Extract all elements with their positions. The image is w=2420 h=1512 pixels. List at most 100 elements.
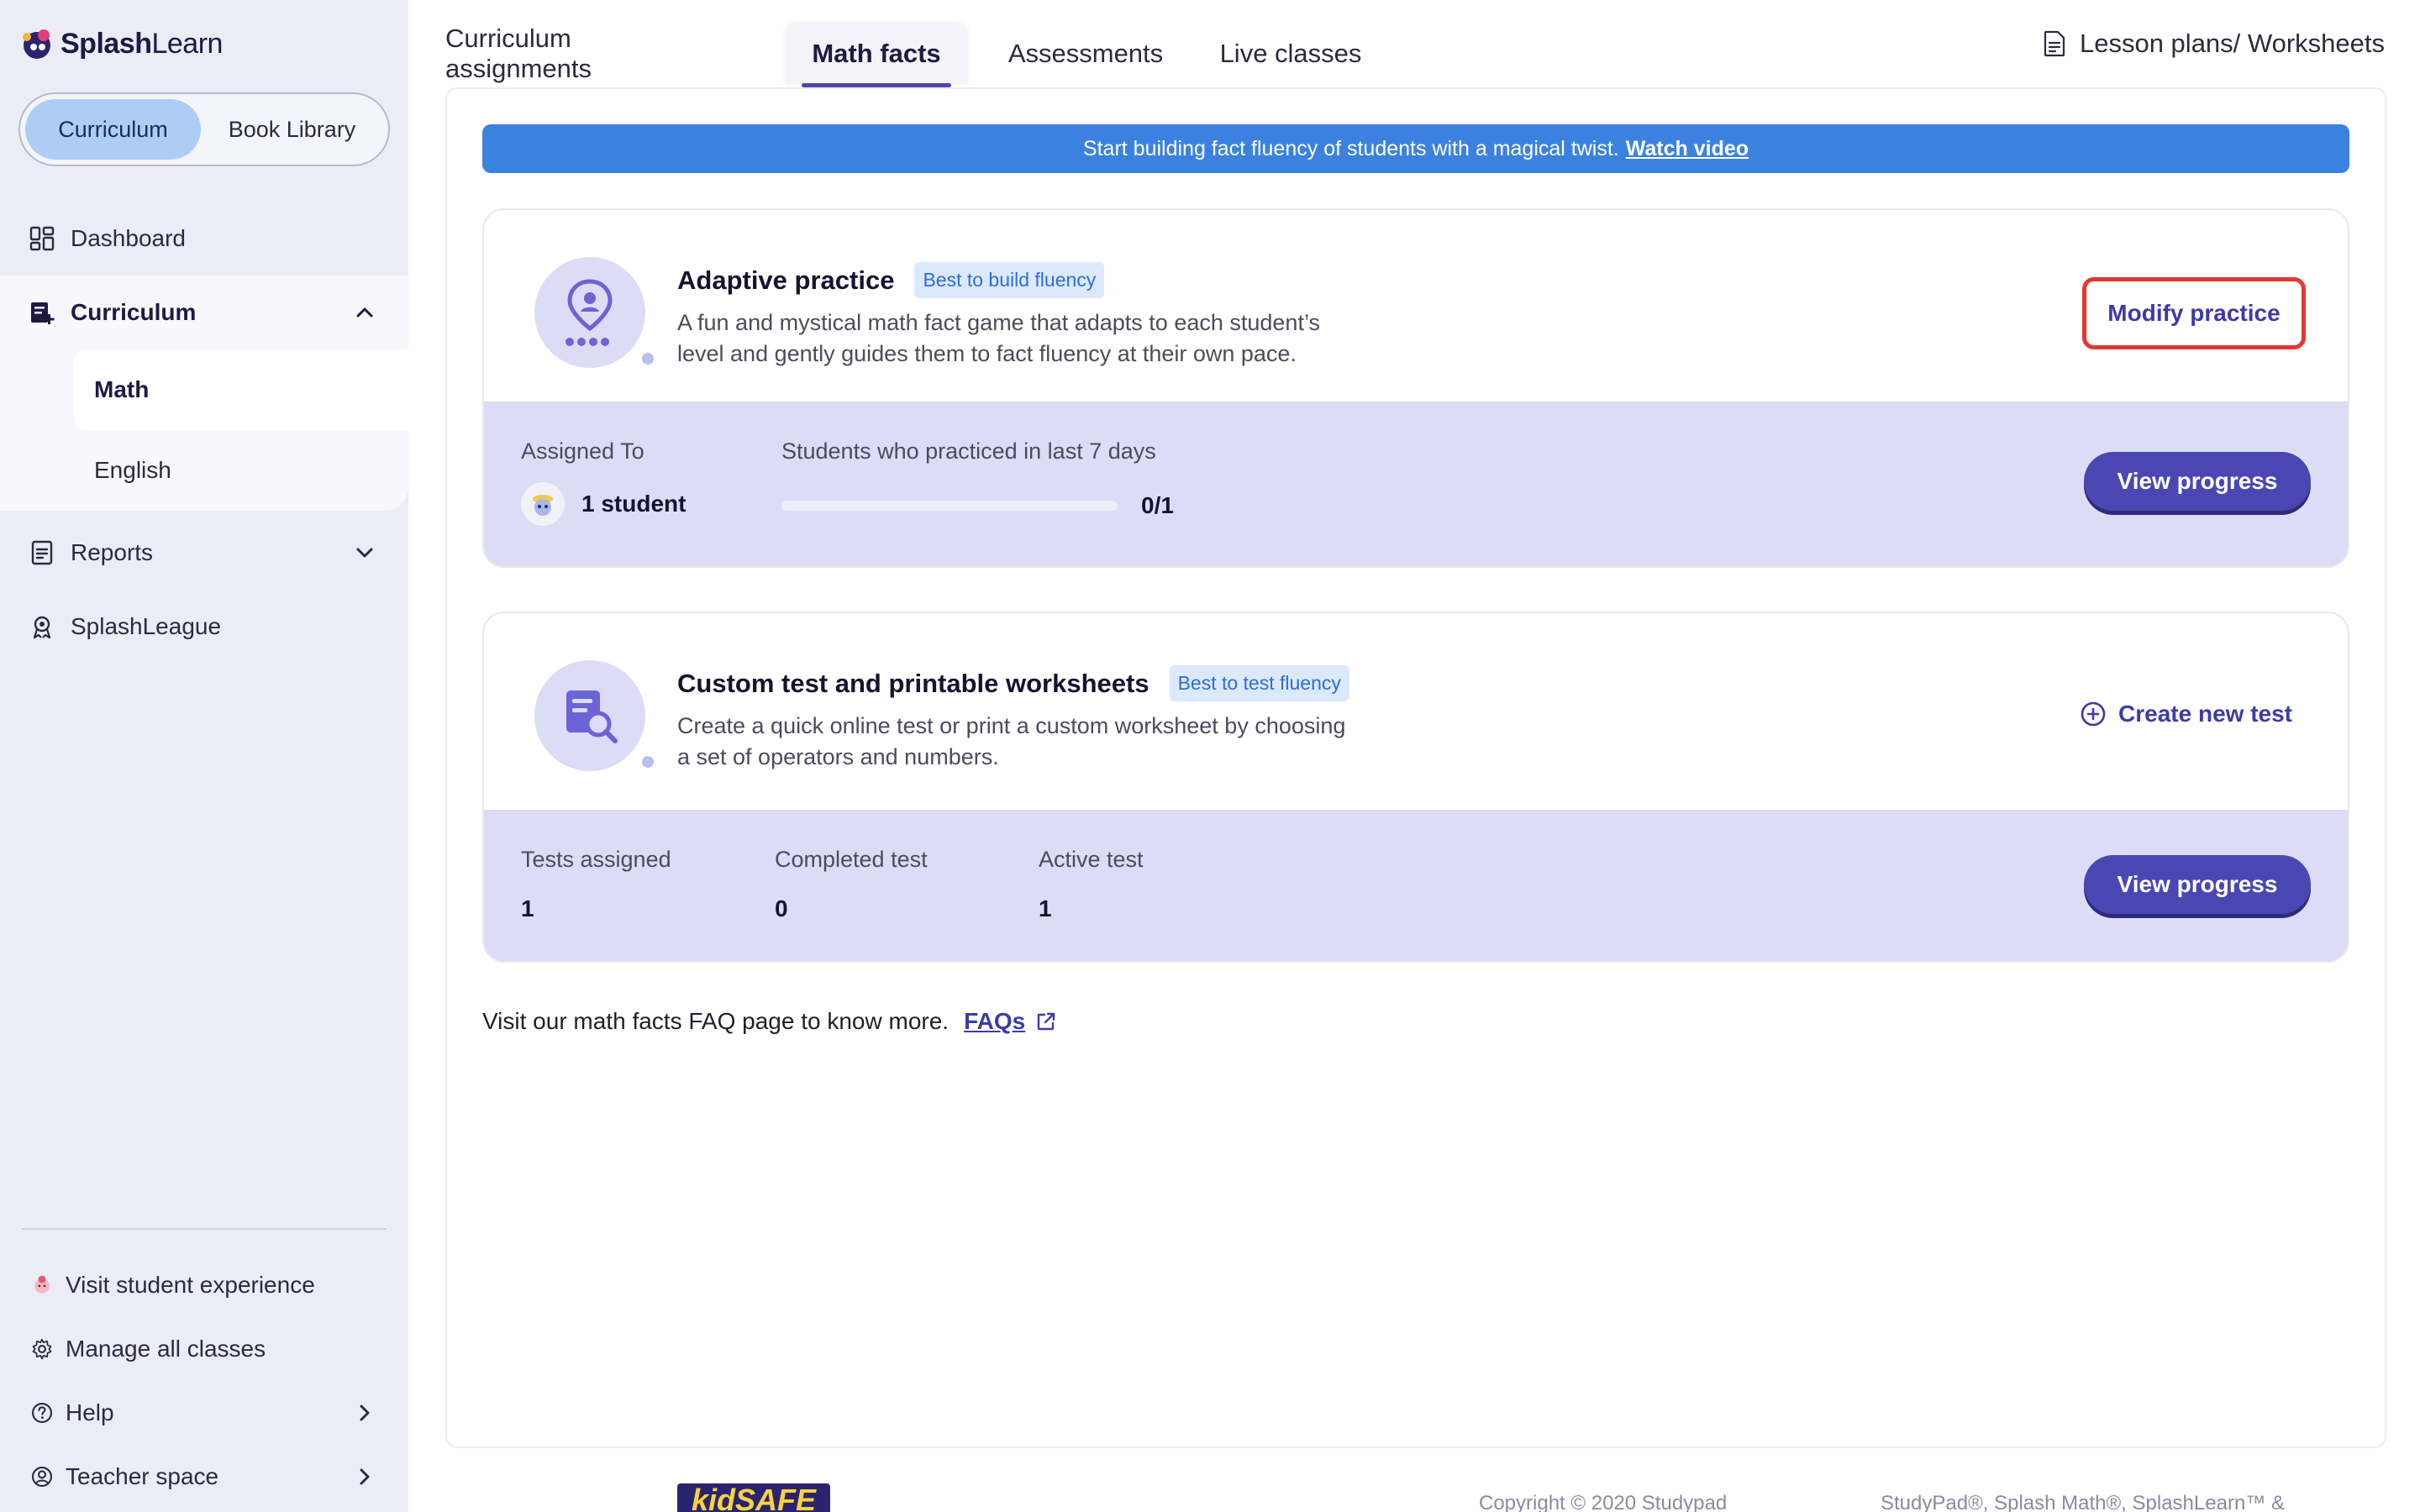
dashboard-icon bbox=[29, 226, 55, 251]
kidsafe-seal[interactable]: kidSAFE bbox=[677, 1483, 830, 1512]
chevron-right-icon[interactable] bbox=[353, 1401, 376, 1425]
help-link[interactable]: Help bbox=[0, 1381, 408, 1445]
adaptive-practice-title: Adaptive practice bbox=[677, 265, 895, 295]
student-avatar-icon bbox=[34, 1275, 50, 1294]
custom-test-stats: Tests assigned 1 Completed test 0 Active… bbox=[484, 810, 2348, 961]
chevron-down-icon[interactable] bbox=[353, 541, 376, 564]
sidebar-item-label: Curriculum bbox=[71, 299, 197, 325]
sidebar-item-math[interactable]: Math bbox=[74, 349, 408, 430]
sidebar-item-reports[interactable]: Reports bbox=[0, 516, 408, 590]
sidebar-bottom-nav: Visit student experience Manage all clas… bbox=[0, 1253, 408, 1509]
custom-test-card: Custom test and printable worksheets Bes… bbox=[482, 612, 2349, 963]
reports-icon bbox=[31, 540, 53, 565]
chevron-up-icon[interactable] bbox=[353, 301, 376, 324]
practiced-label: Students who practiced in last 7 days bbox=[781, 438, 1156, 464]
tab-live-classes[interactable]: Live classes bbox=[1192, 24, 1390, 84]
sidebar-item-curriculum[interactable]: Curriculum bbox=[0, 276, 408, 349]
top-tabs: Curriculum assignments Math facts Assess… bbox=[408, 0, 2420, 87]
adaptive-practice-title-row: Adaptive practice Best to build fluency bbox=[677, 262, 1105, 298]
document-icon bbox=[2044, 30, 2065, 57]
sidebar-item-label: English bbox=[94, 457, 171, 483]
tab-curriculum-assignments[interactable]: Curriculum assignments bbox=[445, 24, 723, 84]
curriculum-toggle[interactable]: Curriculum bbox=[25, 99, 202, 160]
view-progress-button[interactable]: View progress bbox=[2084, 855, 2311, 914]
create-new-test-label: Create new test bbox=[2118, 701, 2292, 727]
copyright-text: Copyright © 2020 Studypad bbox=[1479, 1492, 1728, 1512]
faq-link[interactable]: FAQs bbox=[964, 1008, 1057, 1035]
sidebar-item-label: Visit student experience bbox=[66, 1272, 315, 1298]
completed-test-label: Completed test bbox=[775, 847, 928, 872]
manage-classes-link[interactable]: Manage all classes bbox=[0, 1317, 408, 1381]
sidebar-item-label: Help bbox=[66, 1399, 114, 1425]
lesson-plans-link[interactable]: Lesson plans/ Worksheets bbox=[2043, 29, 2385, 59]
assigned-to-value: 1 student bbox=[581, 491, 687, 517]
help-icon bbox=[32, 1403, 52, 1423]
worksheet-search-icon bbox=[566, 690, 618, 743]
fluency-badge: Best to build fluency bbox=[914, 262, 1105, 298]
adaptive-practice-header: Adaptive practice Best to build fluency … bbox=[484, 210, 2348, 402]
faq-text: Visit our math facts FAQ page to know mo… bbox=[482, 1008, 950, 1034]
view-progress-button[interactable]: View progress bbox=[2084, 452, 2311, 511]
external-link-icon bbox=[1038, 1012, 1055, 1031]
teacher-space-link[interactable]: Teacher space bbox=[0, 1445, 408, 1509]
curriculum-group: Curriculum Math English bbox=[0, 276, 408, 511]
completed-test-value: 0 bbox=[775, 895, 788, 921]
info-banner: Start building fact fluency of students … bbox=[482, 124, 2349, 173]
splashleague-icon bbox=[33, 616, 51, 639]
sidebar-item-label: SplashLeague bbox=[71, 613, 222, 639]
sidebar-item-dashboard[interactable]: Dashboard bbox=[0, 202, 408, 276]
splashlearn-logo-icon bbox=[18, 25, 55, 62]
app-root: SplashLearn Curriculum Book Library Dash… bbox=[0, 0, 2420, 1512]
sidebar-item-label: Reports bbox=[71, 539, 154, 565]
active-test-label: Active test bbox=[1039, 847, 1144, 872]
adaptive-practice-card: Adaptive practice Best to build fluency … bbox=[482, 208, 2349, 568]
logo-text: SplashLearn bbox=[60, 27, 223, 60]
custom-test-title-row: Custom test and printable worksheets Bes… bbox=[677, 665, 1349, 701]
sidebar-item-label: Teacher space bbox=[66, 1463, 219, 1489]
plus-circle-icon bbox=[2081, 701, 2106, 727]
sidebar: SplashLearn Curriculum Book Library Dash… bbox=[0, 0, 408, 1512]
sidebar-item-english[interactable]: English bbox=[0, 430, 408, 511]
math-facts-panel: Start building fact fluency of students … bbox=[445, 87, 2386, 1448]
student-avatar bbox=[521, 482, 565, 526]
custom-test-illustration bbox=[534, 660, 654, 771]
curriculum-icon bbox=[31, 302, 55, 324]
sidebar-item-label: Manage all classes bbox=[66, 1336, 266, 1362]
banner-text: Start building fact fluency of students … bbox=[1082, 136, 1619, 160]
practiced-value: 0/1 bbox=[1141, 492, 1174, 518]
main-content: Curriculum assignments Math facts Assess… bbox=[408, 0, 2420, 1512]
splashlearn-logo[interactable]: SplashLearn bbox=[18, 25, 223, 62]
sidebar-item-splashleague[interactable]: SplashLeague bbox=[0, 590, 408, 664]
sidebar-item-label: Dashboard bbox=[71, 225, 186, 251]
chevron-right-icon[interactable] bbox=[353, 1465, 376, 1488]
faq-row: Visit our math facts FAQ page to know mo… bbox=[482, 1008, 1057, 1035]
faq-link-label: FAQs bbox=[964, 1008, 1026, 1034]
active-test-value: 1 bbox=[1039, 895, 1052, 921]
sidebar-nav: Dashboard Curriculum Math English Report… bbox=[0, 202, 408, 664]
trademark-text: StudyPad®, Splash Math®, SplashLearn™ & bbox=[1881, 1492, 2285, 1512]
lesson-plans-label: Lesson plans/ Worksheets bbox=[2079, 29, 2385, 58]
location-pin-icon bbox=[566, 279, 613, 346]
custom-test-title: Custom test and printable worksheets bbox=[677, 668, 1150, 698]
student-avatar-icon bbox=[533, 495, 553, 516]
sidebar-divider bbox=[22, 1228, 387, 1230]
adaptive-practice-stats: Assigned To 1 student Students who pract… bbox=[484, 402, 2348, 566]
decor-dot bbox=[642, 756, 654, 768]
book-library-toggle[interactable]: Book Library bbox=[201, 99, 383, 160]
adaptive-practice-illustration bbox=[534, 257, 654, 368]
watch-video-link[interactable]: Watch video bbox=[1626, 137, 1749, 161]
gear-icon bbox=[32, 1338, 52, 1360]
tests-assigned-value: 1 bbox=[521, 895, 534, 921]
practiced-progress-bar bbox=[781, 501, 1118, 511]
modify-practice-button[interactable]: Modify practice bbox=[2082, 277, 2306, 349]
create-new-test-button[interactable]: Create new test bbox=[2080, 701, 2292, 727]
tab-assessments[interactable]: Assessments bbox=[988, 24, 1183, 84]
assigned-to-label: Assigned To bbox=[521, 438, 644, 464]
custom-test-description: Create a quick online test or print a cu… bbox=[677, 711, 1400, 773]
curriculum-library-switcher: Curriculum Book Library bbox=[18, 92, 390, 166]
decor-dot bbox=[642, 353, 654, 365]
description-line: level and gently guides them to fact flu… bbox=[677, 341, 1297, 366]
tab-math-facts[interactable]: Math facts bbox=[785, 24, 968, 87]
custom-test-header: Custom test and printable worksheets Bes… bbox=[484, 613, 2348, 805]
visit-student-experience-link[interactable]: Visit student experience bbox=[0, 1253, 408, 1317]
